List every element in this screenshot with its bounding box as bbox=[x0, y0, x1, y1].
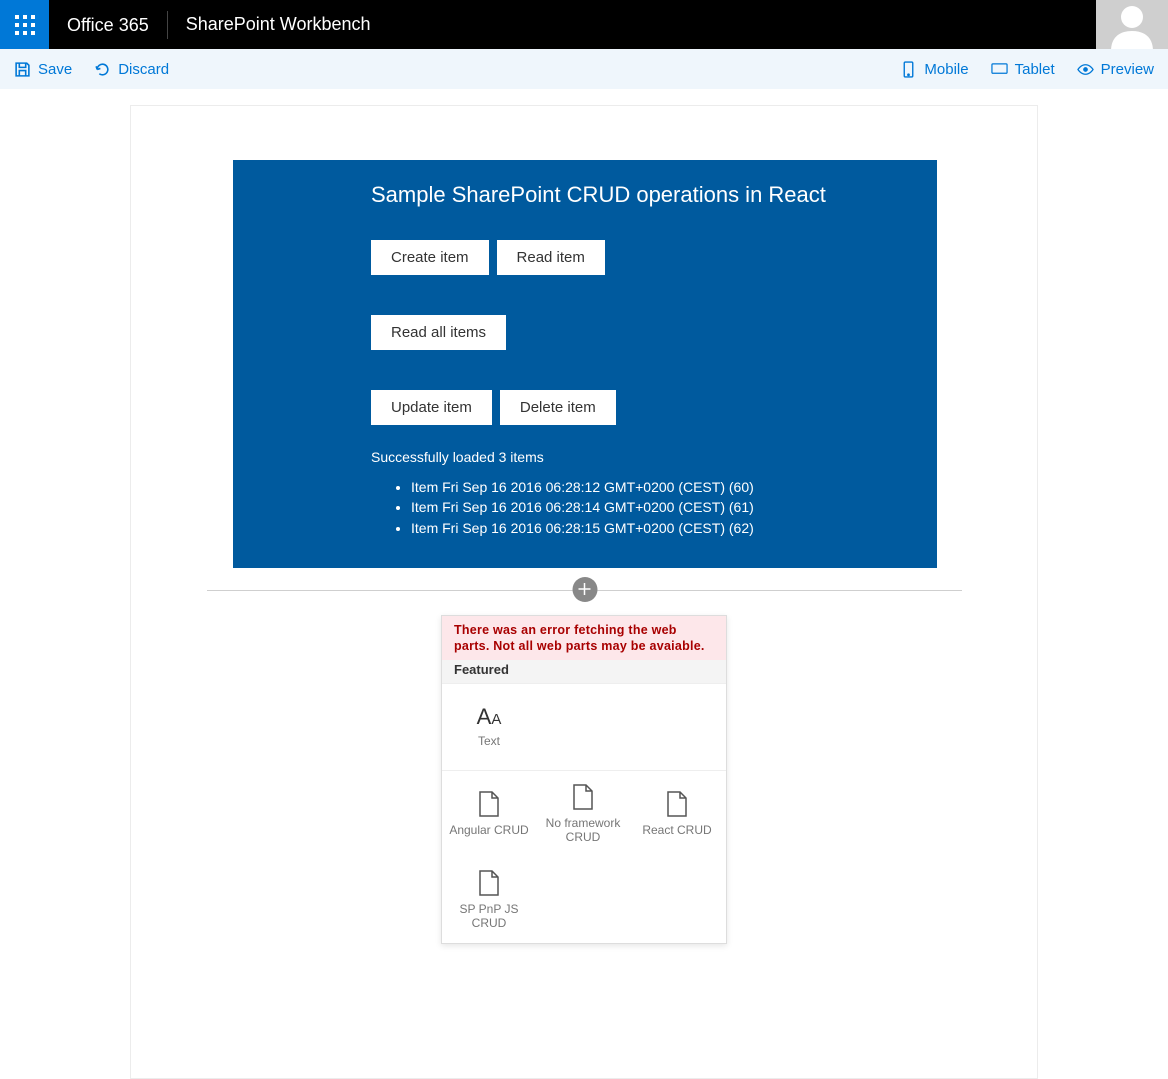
picker-label: React CRUD bbox=[642, 823, 711, 837]
mobile-icon bbox=[900, 61, 917, 78]
workbench-canvas: Sample SharePoint CRUD operations in Rea… bbox=[130, 105, 1038, 1079]
mobile-button[interactable]: Mobile bbox=[900, 61, 968, 78]
picker-label: No framework CRUD bbox=[543, 816, 623, 845]
add-webpart-button[interactable] bbox=[572, 577, 597, 602]
picker-label: Angular CRUD bbox=[449, 823, 528, 837]
page-icon bbox=[478, 791, 500, 817]
button-row-1: Create item Read item bbox=[371, 240, 917, 275]
list-item: Item Fri Sep 16 2016 06:28:15 GMT+0200 (… bbox=[411, 518, 917, 538]
picker-heading: Featured bbox=[442, 660, 726, 684]
page-icon bbox=[572, 784, 594, 810]
create-item-button[interactable]: Create item bbox=[371, 240, 489, 275]
app-title: SharePoint Workbench bbox=[168, 14, 389, 35]
update-item-button[interactable]: Update item bbox=[371, 390, 492, 425]
tablet-button[interactable]: Tablet bbox=[991, 61, 1055, 78]
text-icon: AA bbox=[477, 706, 502, 728]
preview-button[interactable]: Preview bbox=[1077, 61, 1154, 78]
status-message: Successfully loaded 3 items bbox=[371, 449, 917, 465]
waffle-icon bbox=[15, 15, 35, 35]
discard-label: Discard bbox=[118, 61, 169, 78]
picker-item-text[interactable]: AA Text bbox=[442, 684, 536, 770]
webpart-picker: There was an error fetching the web part… bbox=[441, 615, 727, 945]
app-launcher-waffle[interactable] bbox=[0, 0, 49, 49]
crud-webpart: Sample SharePoint CRUD operations in Rea… bbox=[233, 160, 937, 568]
list-item: Item Fri Sep 16 2016 06:28:14 GMT+0200 (… bbox=[411, 497, 917, 517]
list-item: Item Fri Sep 16 2016 06:28:12 GMT+0200 (… bbox=[411, 477, 917, 497]
workbench-canvas-wrap: Sample SharePoint CRUD operations in Rea… bbox=[0, 89, 1168, 1079]
picker-error: There was an error fetching the web part… bbox=[442, 616, 726, 661]
picker-item-react-crud[interactable]: React CRUD bbox=[630, 771, 724, 857]
eye-icon bbox=[1077, 61, 1094, 78]
read-item-button[interactable]: Read item bbox=[497, 240, 605, 275]
save-icon bbox=[14, 61, 31, 78]
delete-item-button[interactable]: Delete item bbox=[500, 390, 616, 425]
tablet-icon bbox=[991, 61, 1008, 78]
discard-button[interactable]: Discard bbox=[94, 61, 169, 78]
tablet-label: Tablet bbox=[1015, 61, 1055, 78]
picker-item-no-framework-crud[interactable]: No framework CRUD bbox=[536, 771, 630, 857]
picker-item-sp-pnp-crud[interactable]: SP PnP JS CRUD bbox=[442, 857, 536, 943]
webpart-title: Sample SharePoint CRUD operations in Rea… bbox=[371, 182, 917, 208]
picker-item-angular-crud[interactable]: Angular CRUD bbox=[442, 771, 536, 857]
brand-label: Office 365 bbox=[49, 11, 168, 39]
button-row-2: Read all items bbox=[371, 315, 917, 350]
user-avatar[interactable] bbox=[1096, 0, 1168, 49]
section-divider bbox=[207, 590, 962, 615]
read-all-items-button[interactable]: Read all items bbox=[371, 315, 506, 350]
person-icon bbox=[1107, 0, 1157, 49]
picker-label: SP PnP JS CRUD bbox=[449, 902, 529, 931]
results-list: Item Fri Sep 16 2016 06:28:12 GMT+0200 (… bbox=[371, 477, 917, 538]
save-label: Save bbox=[38, 61, 72, 78]
button-row-3: Update item Delete item bbox=[371, 390, 917, 425]
mobile-label: Mobile bbox=[924, 61, 968, 78]
preview-label: Preview bbox=[1101, 61, 1154, 78]
picker-label: Text bbox=[478, 734, 500, 748]
undo-icon bbox=[94, 61, 111, 78]
plus-icon bbox=[578, 582, 592, 596]
save-button[interactable]: Save bbox=[14, 61, 72, 78]
page-icon bbox=[666, 791, 688, 817]
suite-bar: Office 365 SharePoint Workbench bbox=[0, 0, 1168, 49]
command-bar: Save Discard Mobile Tablet Preview bbox=[0, 49, 1168, 89]
page-icon bbox=[478, 870, 500, 896]
